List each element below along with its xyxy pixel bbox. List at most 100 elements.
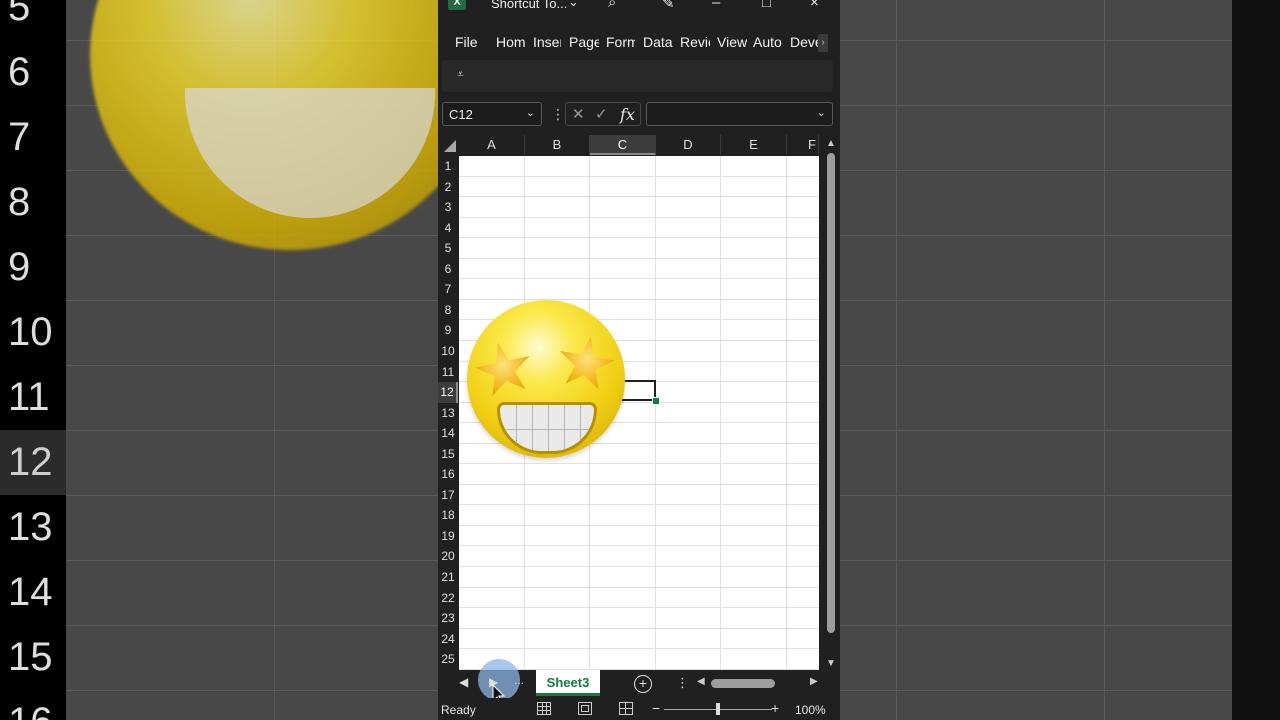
chevron-down-icon[interactable]: ⌄ — [568, 0, 579, 10]
page-break-view-icon[interactable] — [619, 702, 633, 715]
gridline — [459, 196, 819, 198]
row-header-selected[interactable]: 12 — [438, 382, 458, 403]
bg-row-number: 14 — [8, 570, 53, 614]
row-header[interactable]: 6 — [438, 259, 458, 280]
window-title: Shortcut To... — [491, 0, 568, 11]
row-header[interactable]: 23 — [438, 608, 458, 629]
bg-row-number: 13 — [8, 505, 53, 549]
row-header[interactable]: 15 — [438, 444, 458, 465]
tab-file[interactable]: File — [455, 34, 478, 50]
bg-gridline — [1104, 0, 1105, 720]
row-header[interactable]: 16 — [438, 464, 458, 485]
gridline — [655, 156, 656, 670]
row-header[interactable]: 20 — [438, 546, 458, 567]
column-header[interactable]: A — [459, 135, 525, 155]
tab-automate[interactable]: Auto — [753, 34, 782, 50]
cancel-icon[interactable]: ✕ — [572, 105, 585, 123]
chevron-right-icon[interactable]: › — [818, 34, 828, 52]
row-header[interactable]: 8 — [438, 300, 458, 321]
more-options-icon[interactable]: ⋮ — [676, 675, 689, 691]
row-header[interactable]: 9 — [438, 320, 458, 341]
chevron-down-icon[interactable]: ⌄ — [817, 106, 826, 119]
row-header[interactable]: 25 — [438, 649, 458, 670]
tab-page-layout[interactable]: Page — [569, 34, 599, 50]
tab-review[interactable]: Revie — [680, 34, 710, 50]
zoom-in-icon[interactable]: + — [771, 700, 779, 716]
fill-handle[interactable] — [652, 397, 660, 405]
tab-formulas[interactable]: Form — [606, 34, 635, 50]
name-box[interactable]: C12 ⌄ — [442, 102, 542, 126]
gridline — [459, 586, 819, 588]
title-bar: X Shortcut To... ⌄ ⌕ ✎ – □ × — [438, 0, 840, 22]
star-eye-left-icon — [470, 337, 538, 404]
close-icon[interactable]: × — [810, 0, 819, 11]
zoom-level[interactable]: 100% — [795, 703, 826, 717]
row-header[interactable]: 18 — [438, 505, 458, 526]
column-header[interactable]: B — [525, 135, 590, 155]
scroll-right-icon[interactable]: ▶ — [810, 676, 818, 687]
row-header[interactable]: 17 — [438, 485, 458, 506]
column-header-selected[interactable]: C — [590, 135, 656, 155]
column-header[interactable]: F — [787, 135, 819, 155]
gridline — [459, 504, 819, 506]
tab-view[interactable]: View — [717, 34, 747, 50]
tab-developer[interactable]: Deve — [790, 34, 818, 50]
row-header[interactable]: 3 — [438, 197, 458, 218]
row-header[interactable]: 24 — [438, 629, 458, 650]
zoom-slider-knob[interactable] — [716, 703, 720, 715]
chevron-down-icon[interactable]: ⌄ — [526, 106, 535, 119]
row-header[interactable]: 2 — [438, 177, 458, 198]
row-header[interactable]: 19 — [438, 526, 458, 547]
scroll-up-icon[interactable]: ▲ — [826, 138, 836, 149]
horizontal-scroll-thumb[interactable] — [711, 679, 775, 688]
bg-gridline — [896, 0, 897, 720]
gridline — [459, 257, 819, 259]
previous-sheet-icon[interactable]: ◀ — [459, 675, 468, 689]
bg-row-number: 15 — [8, 635, 53, 679]
star-struck-emoji-picture[interactable] — [467, 300, 625, 458]
tab-insert[interactable]: Inser — [533, 34, 561, 50]
gridline — [459, 237, 819, 239]
add-sheet-icon[interactable]: + — [634, 675, 652, 693]
tab-home[interactable]: Hom — [496, 34, 526, 50]
vertical-scroll-thumb[interactable] — [827, 153, 835, 633]
row-header[interactable]: 5 — [438, 238, 458, 259]
minimize-icon[interactable]: – — [712, 0, 720, 11]
row-header[interactable]: 14 — [438, 423, 458, 444]
vertical-scrollbar[interactable]: ▲ ▼ — [823, 135, 840, 670]
select-all-corner[interactable] — [438, 135, 458, 155]
insert-function-icon[interactable]: fx — [620, 105, 635, 124]
search-icon[interactable]: ⌕ — [608, 0, 616, 11]
row-header[interactable]: 22 — [438, 588, 458, 609]
formula-input[interactable]: ⌄ — [646, 102, 833, 126]
tab-data[interactable]: Data — [643, 34, 673, 50]
scroll-down-icon[interactable]: ▼ — [826, 658, 836, 669]
row-header[interactable]: 7 — [438, 279, 458, 300]
pen-icon[interactable]: ✎ — [662, 0, 675, 12]
zoom-out-icon[interactable]: − — [652, 700, 660, 716]
row-header[interactable]: 13 — [438, 403, 458, 424]
sheet-tab-active[interactable]: Sheet3 — [536, 670, 600, 696]
bg-row-number: 7 — [8, 115, 31, 159]
gridline — [786, 156, 787, 670]
normal-view-icon[interactable] — [537, 702, 551, 715]
page-layout-view-icon[interactable] — [578, 702, 592, 715]
sheet-list-more[interactable]: ... — [514, 673, 524, 687]
gridline — [459, 545, 819, 547]
expand-ribbon-icon[interactable]: ⩡ — [457, 67, 464, 82]
scroll-left-icon[interactable]: ◀ — [697, 676, 705, 687]
row-header[interactable]: 1 — [438, 156, 458, 177]
check-icon[interactable]: ✓ — [595, 105, 608, 123]
maximize-icon[interactable]: □ — [762, 0, 771, 11]
bg-row-number: 9 — [8, 245, 31, 289]
row-header[interactable]: 11 — [438, 362, 458, 383]
more-options-icon[interactable]: ⋮ — [551, 106, 565, 123]
column-header[interactable]: D — [656, 135, 721, 155]
status-text: Ready — [441, 703, 476, 717]
row-header[interactable]: 10 — [438, 341, 458, 362]
worksheet: A B C D E F 1 2 3 4 5 6 7 8 9 10 11 12 13 14 15 16 17 18 1… — [438, 135, 840, 670]
column-header[interactable]: E — [721, 135, 787, 155]
gridline — [459, 463, 819, 465]
row-header[interactable]: 4 — [438, 218, 458, 239]
row-header[interactable]: 21 — [438, 567, 458, 588]
